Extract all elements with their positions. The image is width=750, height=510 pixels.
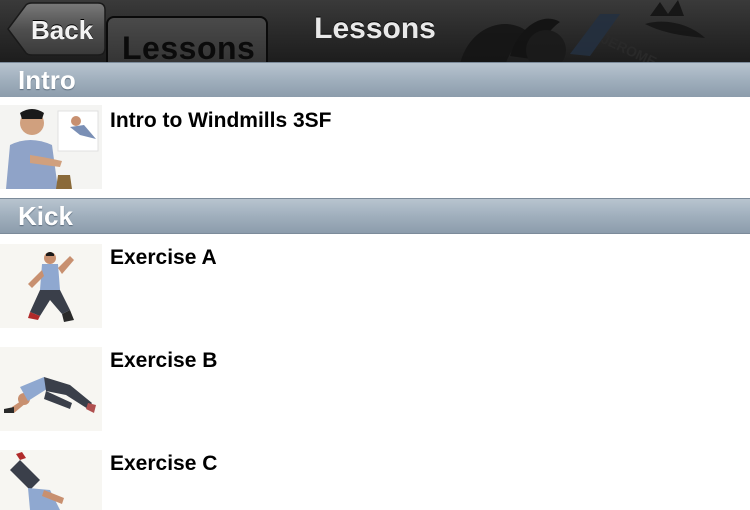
lesson-row-intro-to-windmills[interactable]: Intro to Windmills 3SF [0,97,750,199]
section-header-kick: Kick [0,198,750,234]
floor-spin-thumbnail [0,347,102,431]
background-artwork: JEROME [460,0,705,63]
crouch-pose-thumbnail [0,244,102,328]
navigation-bar: JEROME Lessons Back Lessons [0,0,750,63]
previous-screen-tab: Lessons [106,16,268,63]
background-jerome-text: JEROME [599,30,659,63]
lesson-title: Exercise C [110,452,218,475]
back-button-label: Back [31,15,94,45]
section-header-label: Intro [18,65,76,95]
lesson-row-exercise-b[interactable]: Exercise B [0,337,750,441]
lesson-title: Exercise B [110,349,218,372]
lesson-title: Exercise A [110,246,217,269]
section-header-label: Kick [18,201,73,231]
instructor-talking-thumbnail [0,105,102,189]
section-header-intro: Intro [0,62,750,98]
lesson-row-exercise-a[interactable]: Exercise A [0,234,750,338]
previous-screen-tab-label: Lessons [122,30,256,63]
kick-pose-thumbnail [0,450,102,510]
lesson-title: Intro to Windmills 3SF [110,109,332,132]
back-button[interactable]: Back [6,2,106,56]
